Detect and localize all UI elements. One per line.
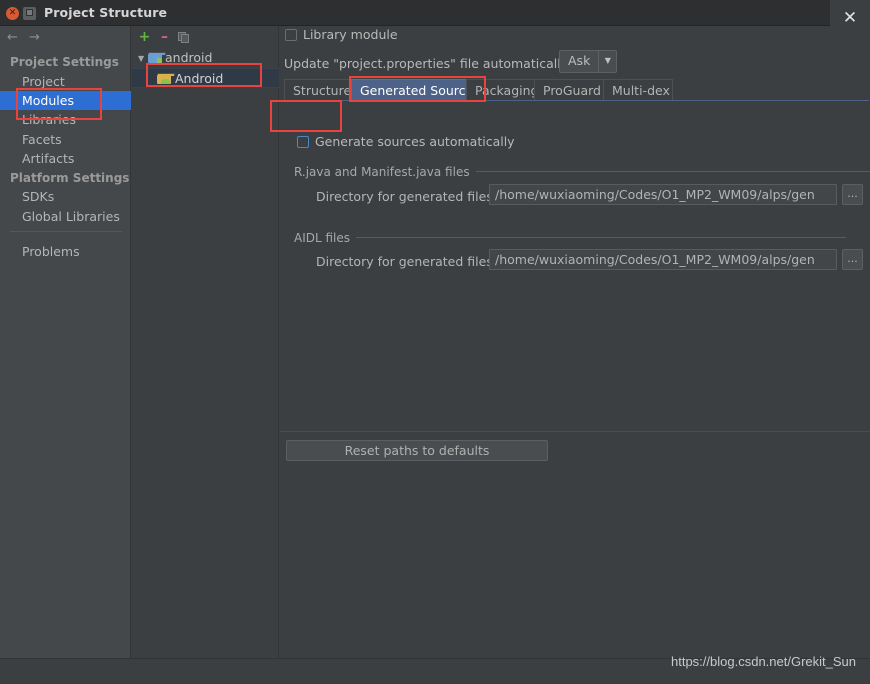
library-module-checkbox[interactable]: Library module bbox=[285, 27, 398, 45]
aidl-directory-input[interactable]: /home/wuxiaoming/Codes/O1_MP2_WM09/alps/… bbox=[489, 249, 837, 270]
reset-paths-button[interactable]: Reset paths to defaults bbox=[286, 440, 548, 461]
checkbox-box-icon bbox=[285, 29, 297, 41]
modules-toolbar: + – bbox=[132, 26, 279, 48]
update-properties-label: Update "project.properties" file automat… bbox=[284, 56, 572, 71]
update-properties-value: Ask bbox=[568, 53, 591, 68]
tab-proguard[interactable]: ProGuard bbox=[534, 79, 604, 101]
section-title-aidl: AIDL files bbox=[294, 231, 847, 245]
page-title: Project Structure bbox=[44, 5, 168, 20]
sidebar-item-sdks[interactable]: SDKs bbox=[0, 187, 131, 206]
arrow-right-icon[interactable]: → bbox=[27, 30, 42, 45]
title-bar: ✕ Project Structure bbox=[0, 0, 870, 26]
tree-root-label: android bbox=[165, 50, 213, 65]
tab-structure[interactable]: Structure bbox=[284, 79, 352, 101]
content-divider bbox=[280, 431, 870, 432]
tree-child-label: Android bbox=[175, 71, 224, 86]
rjava-directory-label: Directory for generated files: bbox=[316, 189, 498, 204]
watermark-text: https://blog.csdn.net/Grekit_Sun bbox=[671, 654, 856, 669]
sidebar-item-problems[interactable]: Problems bbox=[0, 242, 131, 261]
config-tab-bar: Structure Generated Sources Packaging Pr… bbox=[280, 79, 870, 101]
maximize-round-icon[interactable] bbox=[23, 7, 36, 20]
aidl-browse-button[interactable]: ... bbox=[842, 249, 863, 270]
chevron-down-icon[interactable]: ▼ bbox=[598, 51, 616, 72]
library-module-label: Library module bbox=[303, 27, 398, 42]
settings-sidebar: ← → Project Settings Project Modules Lib… bbox=[0, 26, 131, 658]
rjava-directory-input[interactable]: /home/wuxiaoming/Codes/O1_MP2_WM09/alps/… bbox=[489, 184, 837, 205]
sidebar-item-libraries[interactable]: Libraries bbox=[0, 110, 131, 129]
android-facet-icon bbox=[157, 73, 175, 84]
generate-sources-checkbox[interactable]: Generate sources automatically bbox=[297, 134, 515, 149]
rjava-browse-button[interactable]: ... bbox=[842, 184, 863, 205]
sidebar-divider bbox=[10, 231, 122, 232]
tab-generated-sources[interactable]: Generated Sources bbox=[351, 79, 480, 101]
sidebar-group-platform-settings: Platform Settings bbox=[10, 171, 130, 185]
minus-icon[interactable]: – bbox=[157, 30, 172, 45]
copy-icon[interactable] bbox=[177, 30, 192, 45]
update-properties-row: Update "project.properties" file automat… bbox=[284, 53, 571, 75]
generate-sources-label: Generate sources automatically bbox=[315, 134, 515, 149]
plus-icon[interactable]: + bbox=[137, 30, 152, 45]
sidebar-item-artifacts[interactable]: Artifacts bbox=[0, 149, 131, 168]
close-round-icon[interactable]: ✕ bbox=[6, 7, 19, 20]
folder-module-icon bbox=[148, 52, 166, 63]
sidebar-group-project-settings: Project Settings bbox=[10, 55, 119, 69]
tree-node-android-root[interactable]: ▼ android bbox=[132, 48, 279, 68]
section-title-rjava: R.java and Manifest.java files bbox=[294, 165, 870, 179]
modules-tree-panel: + – ▼ android Android bbox=[132, 26, 279, 658]
chevron-down-icon[interactable]: ▼ bbox=[138, 49, 148, 69]
tab-multi-dex[interactable]: Multi-dex bbox=[603, 79, 673, 101]
generated-sources-panel: Generate sources automatically R.java an… bbox=[284, 100, 870, 457]
sidebar-item-modules[interactable]: Modules bbox=[0, 91, 131, 110]
update-properties-select[interactable]: Ask ▼ bbox=[559, 50, 618, 73]
sidebar-item-project[interactable]: Project bbox=[0, 72, 131, 91]
project-structure-dialog: ✕ Project Structure ✕ ← → Project Settin… bbox=[0, 0, 870, 684]
sidebar-item-global-libraries[interactable]: Global Libraries bbox=[0, 207, 131, 226]
aidl-directory-label: Directory for generated files: bbox=[316, 254, 498, 269]
sidebar-nav-bar: ← → bbox=[0, 26, 131, 48]
checkbox-box-icon bbox=[297, 136, 309, 148]
tab-packaging[interactable]: Packaging bbox=[466, 79, 538, 101]
module-config-panel: Library module Update "project.propertie… bbox=[280, 26, 870, 658]
sidebar-item-facets[interactable]: Facets bbox=[0, 130, 131, 149]
arrow-left-icon[interactable]: ← bbox=[5, 30, 20, 45]
tree-node-android-facet[interactable]: Android bbox=[132, 68, 279, 88]
